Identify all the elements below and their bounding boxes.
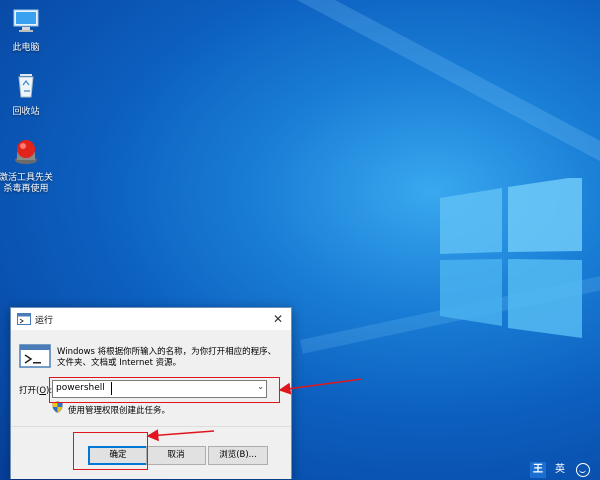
- dialog-title: 运行: [35, 316, 54, 326]
- dialog-titlebar[interactable]: 运行 ✕: [11, 308, 291, 330]
- close-button[interactable]: ✕: [269, 310, 287, 328]
- dialog-description-line2: 文件夹、文档或 Internet 资源。: [57, 358, 182, 368]
- open-field-label: 打开(O):: [19, 384, 52, 396]
- run-icon: [19, 344, 51, 368]
- recycle-bin-icon: [18, 74, 34, 98]
- desktop-icon-label-line2: 杀毒再使用: [3, 184, 49, 194]
- desktop-icon-activation-tool[interactable]: 激活工具先关 杀毒再使用: [0, 136, 56, 195]
- desktop-icon-recycle-bin[interactable]: 回收站: [0, 70, 56, 118]
- highlight-box-input: [49, 377, 280, 403]
- smile-icon[interactable]: [576, 463, 590, 477]
- cancel-button[interactable]: 取消: [146, 446, 206, 465]
- activation-tool-icon: [15, 140, 37, 164]
- browse-button[interactable]: 浏览(B)...: [208, 446, 268, 465]
- desktop-icon-label-line1: 激活工具先关: [0, 173, 53, 183]
- admin-note: 使用管理权限创建此任务。: [68, 406, 171, 416]
- computer-icon: [13, 9, 39, 32]
- ime-mode-indicator[interactable]: 英: [552, 462, 568, 478]
- open-label-prefix: 打开(: [19, 386, 40, 396]
- ime-king-icon[interactable]: 王: [530, 462, 546, 478]
- highlight-box-ok: [73, 432, 148, 470]
- desktop-icon-label: 回收站: [12, 107, 40, 117]
- desktop-icon-label: 此电脑: [12, 43, 40, 53]
- light-beam: [251, 0, 600, 174]
- desktop-icon-this-pc[interactable]: 此电脑: [0, 6, 56, 54]
- run-icon: [17, 313, 31, 325]
- windows-logo: [440, 178, 582, 338]
- close-icon: ✕: [272, 312, 284, 326]
